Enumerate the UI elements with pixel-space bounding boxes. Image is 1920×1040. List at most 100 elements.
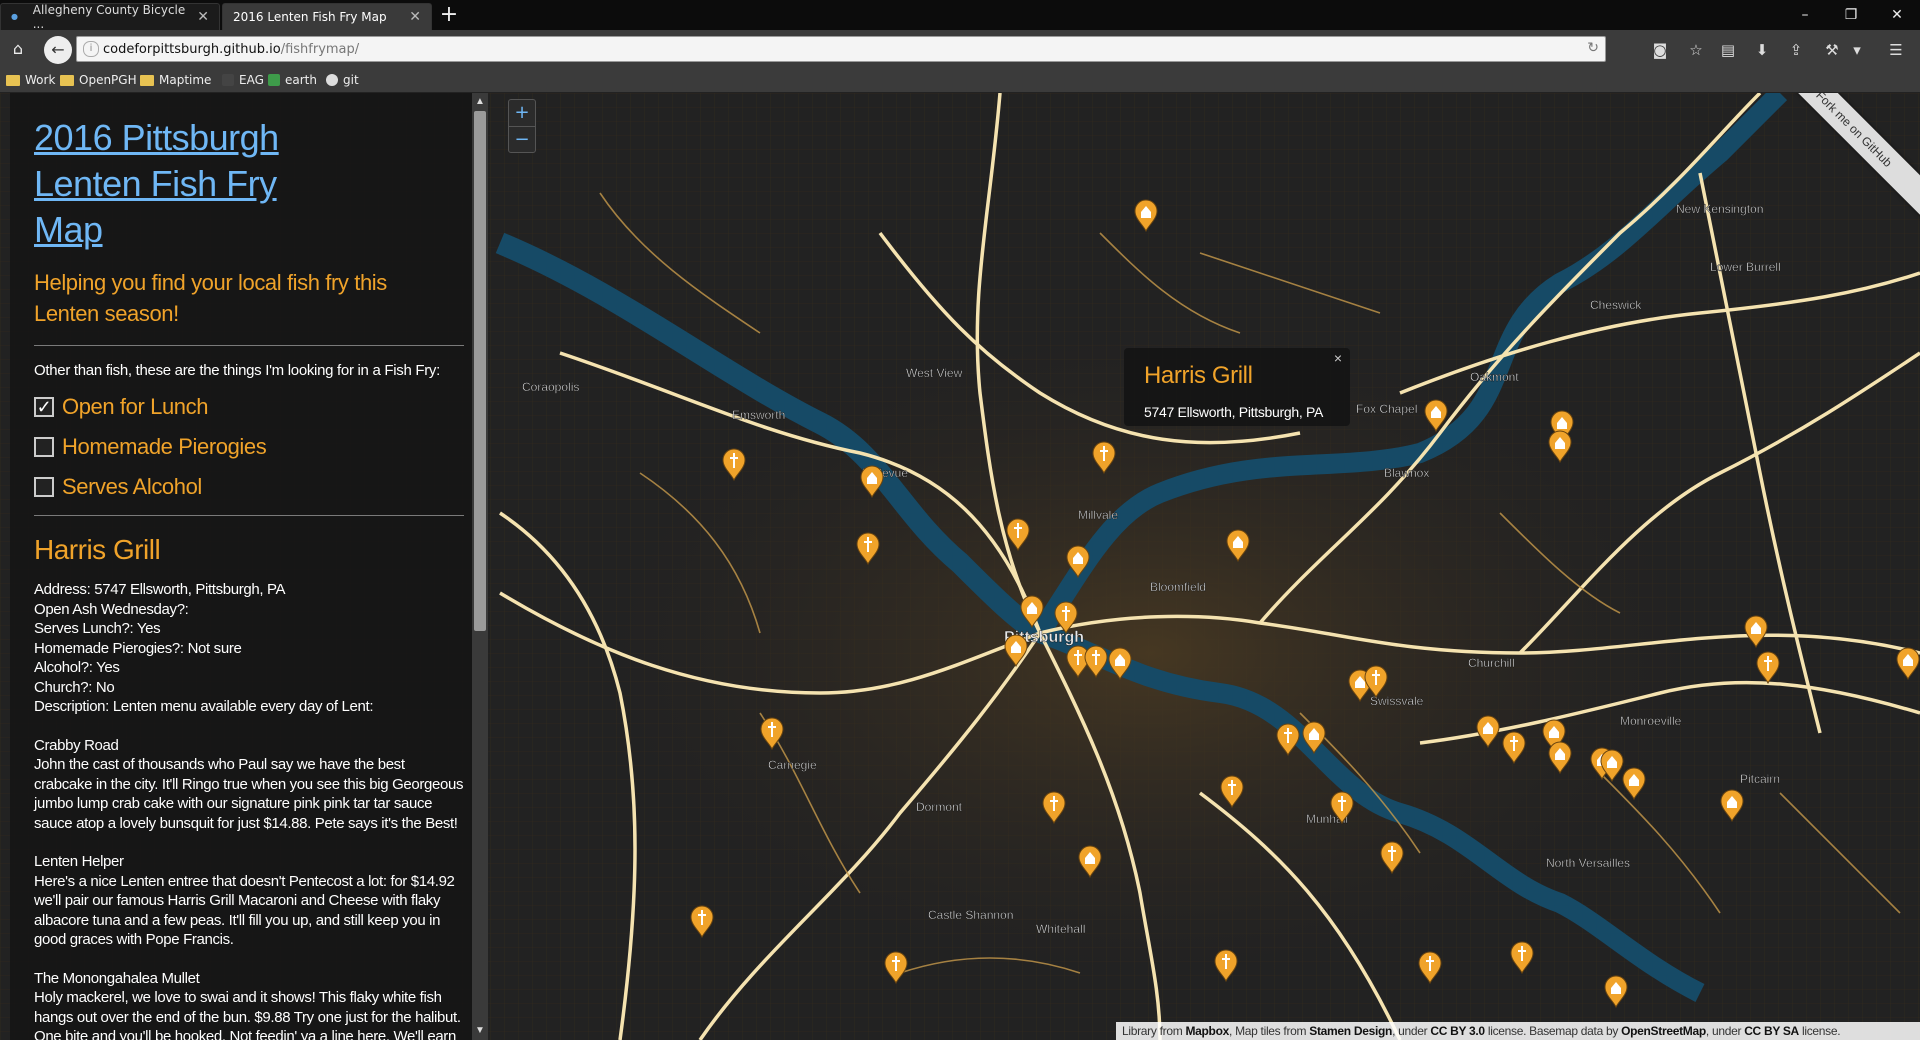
folder-icon	[140, 74, 154, 86]
tab-fishfry[interactable]: 2016 Lenten Fish Fry Map ✕	[222, 3, 432, 30]
label-churchill: Churchill	[1468, 656, 1515, 670]
tab-bar: ● Allegheny County Bicycle ... ✕ 2016 Le…	[0, 0, 1920, 31]
tool-icon[interactable]: ⚒	[1822, 40, 1842, 60]
sidebar-scrollbar[interactable]: ▲ ▼	[472, 93, 488, 1040]
label-castle-shannon: Castle Shannon	[928, 908, 1013, 922]
menu-item: The Monongahalea Mullet Holy mackerel, w…	[34, 969, 466, 1040]
share-icon[interactable]: ⇪	[1786, 40, 1806, 60]
place-lunch: Serves Lunch?: Yes	[34, 620, 161, 637]
info-icon[interactable]: i	[83, 41, 99, 57]
filter-label: Open for Lunch	[62, 394, 209, 419]
stamen-link[interactable]: Stamen Design	[1309, 1024, 1392, 1038]
label-lower-burrell: Lower Burrell	[1710, 260, 1781, 274]
map-attribution: Library from Mapbox, Map tiles from Stam…	[1116, 1022, 1920, 1040]
place-ash-wednesday: Open Ash Wednesday?:	[34, 600, 189, 618]
filter-label: Homemade Pierogies	[62, 434, 267, 459]
url-path: /fishfrymap/	[280, 41, 360, 57]
menu-item-name: Lenten Helper	[34, 853, 124, 870]
download-icon[interactable]: ⬇	[1752, 40, 1772, 60]
tab-allegheny[interactable]: ● Allegheny County Bicycle ... ✕	[0, 3, 220, 31]
filter-serves-alcohol[interactable]: Serves Alcohol	[34, 474, 466, 499]
info-sidebar: ▲ ▼ 2016 Pittsburgh Lenten Fish Fry Map …	[10, 93, 488, 1040]
zoom-in-button[interactable]: +	[509, 100, 535, 126]
divider	[34, 345, 464, 346]
scroll-down-icon[interactable]: ▼	[472, 1024, 488, 1038]
cc-by-sa-link[interactable]: CC BY SA	[1744, 1024, 1799, 1038]
popup-address: 5747 Ellsworth, Pittsburgh, PA	[1144, 404, 1324, 420]
page-title[interactable]: 2016 Pittsburgh Lenten Fish Fry Map	[34, 115, 334, 253]
bookmark-label: OpenPGH	[79, 73, 137, 87]
checkbox[interactable]	[34, 437, 54, 457]
checkbox[interactable]	[34, 477, 54, 497]
place-description: Description: Lenten menu available every…	[34, 698, 374, 715]
tab-title: Allegheny County Bicycle ...	[32, 3, 186, 31]
bookmark-work[interactable]: Work	[6, 72, 55, 88]
eag-favicon-icon	[222, 74, 234, 86]
navigation-bar: ⌂ ← i codeforpittsburgh.github.io /fishf…	[0, 30, 1920, 68]
close-tab-icon[interactable]: ✕	[409, 9, 421, 25]
label-swissvale: Swissvale	[1370, 694, 1424, 708]
label-west-view: West View	[906, 366, 963, 380]
attribution-text: license. Basemap data by	[1484, 1024, 1622, 1038]
bookmark-earth[interactable]: earth	[268, 72, 317, 88]
attribution-text: Library from	[1122, 1024, 1186, 1038]
minimize-button[interactable]: –	[1788, 4, 1822, 26]
url-bar[interactable]: i codeforpittsburgh.github.io /fishfryma…	[76, 36, 1606, 62]
new-tab-button[interactable]: +	[436, 4, 462, 28]
label-pitcairn: Pitcairn	[1740, 772, 1780, 786]
bookmark-star-icon[interactable]: ☆	[1686, 40, 1706, 60]
dropdown-icon[interactable]: ▾	[1850, 40, 1864, 60]
close-window-button[interactable]: ✕	[1880, 4, 1914, 26]
mapbox-link[interactable]: Mapbox	[1185, 1024, 1229, 1038]
label-whitehall: Whitehall	[1036, 922, 1085, 936]
home-icon[interactable]: ⌂	[6, 38, 30, 62]
zoom-control: + −	[508, 99, 536, 153]
place-church: Church?: No	[34, 678, 115, 696]
checkbox-checked[interactable]: ✓	[34, 397, 54, 417]
openstreetmap-link[interactable]: OpenStreetMap	[1621, 1024, 1706, 1038]
attribution-text: , under	[1705, 1024, 1745, 1038]
bookmark-openpgh[interactable]: OpenPGH	[60, 72, 137, 88]
bookmark-label: EAG	[239, 73, 264, 87]
filter-homemade-pierogies[interactable]: Homemade Pierogies	[34, 434, 466, 459]
reload-icon[interactable]: ↻	[1587, 40, 1599, 56]
menu-item-desc: Holy mackerel, we love to swai and it sh…	[34, 989, 461, 1040]
label-oakmont: Oakmont	[1470, 370, 1519, 384]
close-tab-icon[interactable]: ✕	[197, 9, 209, 25]
back-button[interactable]: ←	[44, 36, 72, 64]
bookmark-git[interactable]: git	[326, 72, 359, 88]
label-cheswick: Cheswick	[1590, 298, 1642, 312]
title-line[interactable]: 2016 Pittsburgh	[34, 115, 334, 161]
page: New Kensington Lower Burrell Cheswick Oa…	[0, 93, 1920, 1040]
restore-button[interactable]: ❐	[1834, 4, 1868, 26]
page-subtitle: Helping you find your local fish fry thi…	[34, 270, 387, 326]
scrollbar-thumb[interactable]	[474, 111, 486, 631]
favicon-icon: ●	[11, 12, 18, 21]
bookmark-maptime[interactable]: Maptime	[140, 72, 211, 88]
bookmark-label: Maptime	[159, 73, 212, 87]
label-dormont: Dormont	[916, 800, 963, 814]
menu-item: Lenten Helper Here's a nice Lenten entre…	[34, 852, 466, 950]
bookmark-label: git	[343, 73, 359, 87]
tab-title: 2016 Lenten Fish Fry Map	[233, 10, 387, 24]
folder-icon	[60, 74, 74, 86]
filter-label: Serves Alcohol	[62, 474, 202, 499]
label-new-kensington: New Kensington	[1676, 202, 1763, 216]
title-line[interactable]: Lenten Fish Fry Map	[34, 161, 334, 253]
popup-title: Harris Grill	[1144, 362, 1253, 389]
filter-open-for-lunch[interactable]: ✓ Open for Lunch	[34, 394, 466, 419]
attribution-text: , under	[1392, 1024, 1431, 1038]
label-coraopolis: Coraopolis	[522, 380, 579, 394]
bookmark-eag[interactable]: EAG	[222, 72, 264, 88]
menu-item-name: The Monongahalea Mullet	[34, 969, 200, 987]
popup-close-button[interactable]: ×	[1334, 350, 1342, 366]
label-monroeville: Monroeville	[1620, 714, 1682, 728]
menu-icon[interactable]: ☰	[1886, 40, 1906, 60]
reading-list-icon[interactable]: ▤	[1718, 40, 1738, 60]
pocket-icon[interactable]: ◙	[1650, 40, 1670, 60]
menu-item-desc: Here's a nice Lenten entree that doesn't…	[34, 872, 455, 949]
bookmark-label: earth	[285, 73, 317, 87]
zoom-out-button[interactable]: −	[509, 126, 535, 152]
cc-by-link[interactable]: CC BY 3.0	[1430, 1024, 1485, 1038]
scroll-up-icon[interactable]: ▲	[472, 95, 488, 109]
